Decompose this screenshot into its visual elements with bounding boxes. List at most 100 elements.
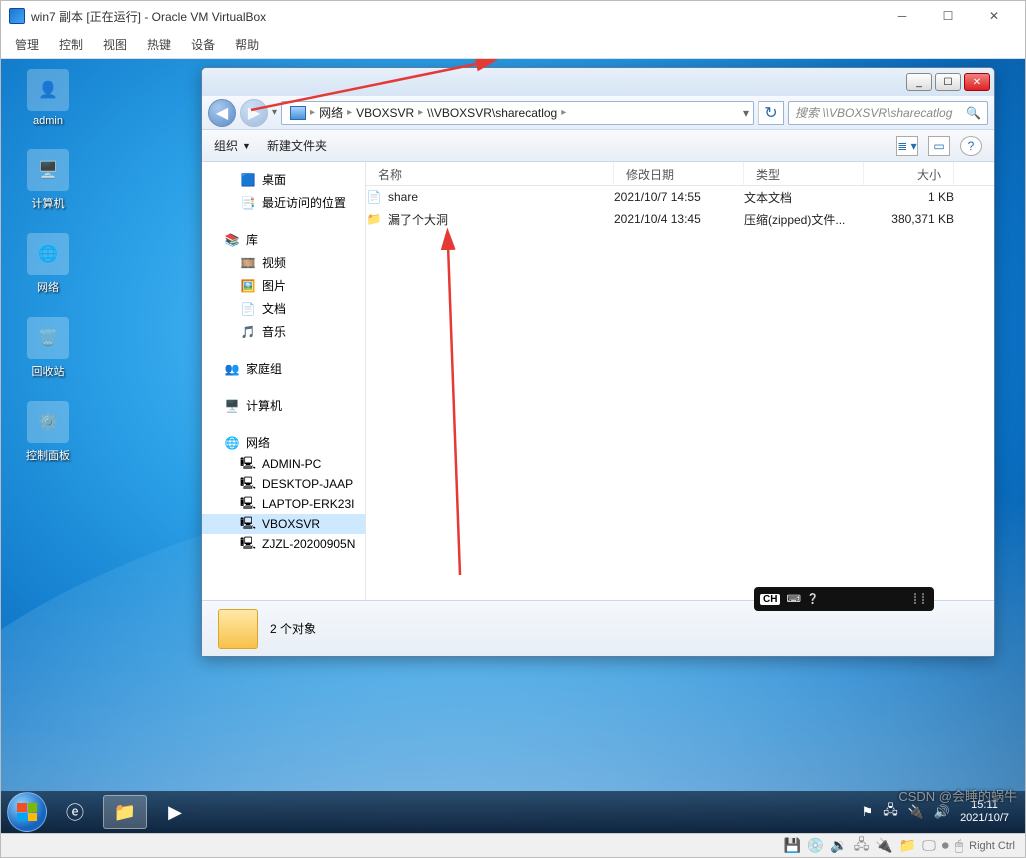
explorer-toolbar: 组织 ▼ 新建文件夹 ≣ ▾ ▭ ? (202, 130, 994, 162)
tree-computer[interactable]: 🖥️计算机 (202, 394, 365, 417)
desktop-icon-network[interactable]: 🌐网络 (13, 233, 83, 295)
pc-icon: 🖳 (240, 477, 256, 491)
vbox-menu-hotkey[interactable]: 热键 (137, 32, 181, 57)
tray-network-icon[interactable]: 🖧 (883, 801, 898, 823)
vbox-menu-help[interactable]: 帮助 (225, 32, 269, 57)
desktop-icon-control-panel[interactable]: ⚙️控制面板 (13, 401, 83, 463)
folder-large-icon (218, 609, 258, 649)
vbox-menu-view[interactable]: 视图 (93, 32, 137, 57)
col-type[interactable]: 类型 (744, 162, 864, 185)
vbox-recording-icon[interactable]: ⏺ (942, 837, 949, 854)
explorer-window[interactable]: _ ☐ ✕ ◀ ▶ ▾ ▸ 网络 ▸ VBOXSVR ▸ \\VBOXSVR\s… (201, 67, 995, 657)
tree-recent[interactable]: 📑最近访问的位置 (202, 191, 365, 214)
vbox-host-key: Right Ctrl (969, 840, 1015, 852)
music-icon: 🎵 (240, 325, 256, 339)
taskbar-ie[interactable]: ⓔ (53, 795, 97, 829)
pc-icon: 🖳 (240, 457, 256, 471)
desktop-icon-recycle-bin[interactable]: 🗑️回收站 (13, 317, 83, 379)
desktop-icon-computer[interactable]: 🖥️计算机 (13, 149, 83, 211)
tree-videos[interactable]: 🎞️视频 (202, 251, 365, 274)
start-button[interactable] (7, 792, 47, 832)
breadcrumb-network[interactable]: 网络 (315, 104, 347, 121)
pc-icon: 🖳 (240, 537, 256, 551)
col-name[interactable]: 名称 (366, 162, 614, 185)
tree-network-pc[interactable]: 🖳ADMIN-PC (202, 454, 365, 474)
tree-documents[interactable]: 📄文档 (202, 297, 365, 320)
keyboard-icon[interactable]: ⌨ (786, 594, 800, 605)
taskbar-media-player[interactable]: ▶ (153, 795, 197, 829)
file-row[interactable]: 📄share 2021/10/7 14:55 文本文档 1 KB (366, 186, 994, 208)
help-button[interactable]: ? (960, 136, 982, 156)
text-file-icon: 📄 (366, 189, 382, 205)
address-bar[interactable]: ▸ 网络 ▸ VBOXSVR ▸ \\VBOXSVR\sharecatlog ▸… (281, 101, 754, 125)
breadcrumb-folder[interactable]: \\VBOXSVR\sharecatlog (423, 106, 561, 120)
nav-history-dropdown-icon[interactable]: ▾ (272, 107, 277, 118)
nav-back-button[interactable]: ◀ (208, 99, 236, 127)
video-icon: 🎞️ (240, 256, 256, 270)
file-list: 名称 修改日期 类型 大小 📄share 2021/10/7 14:55 文本文… (366, 162, 994, 600)
vbox-mouse-icon[interactable]: 🖱 (955, 837, 963, 854)
explorer-minimize-button[interactable]: _ (906, 73, 932, 91)
vbox-maximize-button[interactable]: ☐ (925, 1, 971, 31)
vbox-disk-icon[interactable]: 💾 (783, 837, 800, 854)
tree-network-pc[interactable]: 🖳ZJZL-20200905N (202, 534, 365, 554)
tree-network-vboxsvr[interactable]: 🖳VBOXSVR (202, 514, 365, 534)
breadcrumb-server[interactable]: VBOXSVR (352, 106, 418, 120)
vbox-display-icon[interactable]: 🖵 (922, 837, 936, 854)
explorer-titlebar[interactable]: _ ☐ ✕ (202, 68, 994, 96)
nav-forward-button[interactable]: ▶ (240, 99, 268, 127)
watermark: CSDN @会睡的蜗牛 (898, 786, 1017, 805)
vbox-statusbar: 💾 💿 🔉 🖧 🔌 📁 🖵 ⏺ 🖱 Right Ctrl (1, 833, 1025, 857)
vbox-menu-control[interactable]: 控制 (49, 32, 93, 57)
address-dropdown-icon[interactable]: ▾ (743, 106, 749, 120)
picture-icon: 🖼️ (240, 279, 256, 293)
pc-icon: 🖳 (240, 517, 256, 531)
language-bar[interactable]: CH ⌨ ❔ ┊┊ (754, 587, 934, 611)
list-header: 名称 修改日期 类型 大小 (366, 162, 994, 186)
document-icon: 📄 (240, 302, 256, 316)
view-options-button[interactable]: ≣ ▾ (896, 136, 918, 156)
chevron-right-icon: ▸ (561, 107, 566, 118)
col-date[interactable]: 修改日期 (614, 162, 744, 185)
vbox-close-button[interactable]: ✕ (971, 1, 1017, 31)
refresh-button[interactable]: ↻ (758, 101, 784, 125)
network-icon: 🌐 (224, 436, 240, 450)
vbox-usb-icon[interactable]: 🔌 (875, 837, 892, 854)
tray-power-icon[interactable]: 🔌 (908, 804, 924, 820)
vbox-title: win7 副本 [正在运行] - Oracle VM VirtualBox (31, 8, 266, 25)
taskbar-explorer[interactable]: 📁 (103, 795, 147, 829)
tree-network-pc[interactable]: 🖳DESKTOP-JAAP (202, 474, 365, 494)
pc-icon: 🖳 (240, 497, 256, 511)
tray-flag-icon[interactable]: ⚑ (862, 804, 874, 820)
vbox-optical-icon[interactable]: 💿 (807, 837, 824, 854)
tree-music[interactable]: 🎵音乐 (202, 320, 365, 343)
search-icon[interactable]: 🔍 (966, 106, 981, 120)
vbox-menu-devices[interactable]: 设备 (181, 32, 225, 57)
tree-desktop[interactable]: 🟦桌面 (202, 168, 365, 191)
file-row[interactable]: 📁漏了个大洞 2021/10/4 13:45 压缩(zipped)文件... 3… (366, 208, 994, 230)
tree-libraries[interactable]: 📚库 (202, 228, 365, 251)
organize-button[interactable]: 组织 ▼ (214, 137, 251, 154)
search-input[interactable]: 搜索 \\VBOXSVR\sharecatlog 🔍 (788, 101, 988, 125)
new-folder-button[interactable]: 新建文件夹 (267, 137, 327, 154)
col-size[interactable]: 大小 (864, 162, 954, 185)
desktop-icon-user[interactable]: 👤admin (13, 69, 83, 127)
zip-file-icon: 📁 (366, 211, 382, 227)
explorer-close-button[interactable]: ✕ (964, 73, 990, 91)
computer-icon: 🖥️ (224, 399, 240, 413)
preview-pane-button[interactable]: ▭ (928, 136, 950, 156)
tree-homegroup[interactable]: 👥家庭组 (202, 357, 365, 380)
guest-desktop: 👤admin 🖥️计算机 🌐网络 🗑️回收站 ⚙️控制面板 _ ☐ ✕ ◀ ▶ … (1, 59, 1025, 833)
vbox-minimize-button[interactable]: ─ (879, 1, 925, 31)
vbox-menu-manage[interactable]: 管理 (5, 32, 49, 57)
explorer-maximize-button[interactable]: ☐ (935, 73, 961, 91)
vbox-audio-icon[interactable]: 🔉 (830, 837, 847, 854)
vbox-shared-folder-icon[interactable]: 📁 (899, 837, 916, 854)
tree-pictures[interactable]: 🖼️图片 (202, 274, 365, 297)
tree-network-pc[interactable]: 🖳LAPTOP-ERK23I (202, 494, 365, 514)
tray-volume-icon[interactable]: 🔊 (934, 804, 950, 820)
help-icon[interactable]: ❔ (807, 594, 819, 605)
tree-network[interactable]: 🌐网络 (202, 431, 365, 454)
explorer-statusbar: 2 个对象 CH ⌨ ❔ ┊┊ (202, 600, 994, 656)
vbox-network-icon[interactable]: 🖧 (854, 834, 870, 858)
